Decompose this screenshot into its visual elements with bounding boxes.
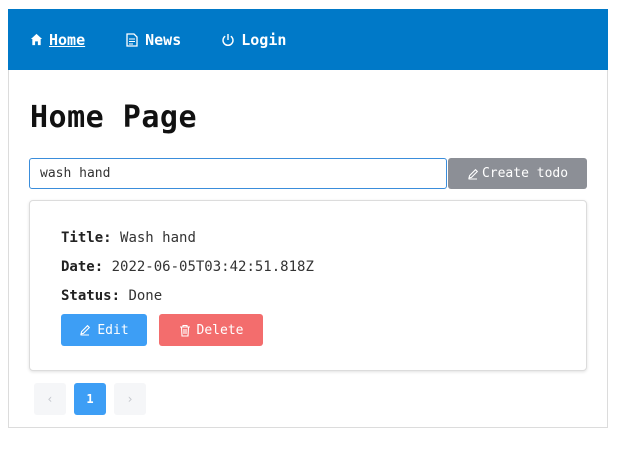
navbar: Home News Login	[8, 9, 608, 70]
page-1-button[interactable]: 1	[74, 383, 106, 415]
page-title: Home Page	[30, 100, 198, 135]
document-icon	[125, 32, 139, 47]
todo-title-row: Title: Wash hand	[61, 230, 196, 246]
todo-title-value: Wash hand	[120, 230, 196, 246]
nav-login-label: Login	[241, 30, 287, 49]
create-todo-label: Create todo	[481, 166, 569, 181]
next-page-button[interactable]: ›	[114, 383, 146, 415]
nav-home-label: Home	[49, 30, 86, 49]
trash-icon	[179, 324, 190, 337]
pencil-icon	[468, 168, 479, 180]
todo-date-label: Date:	[61, 259, 104, 275]
todo-input[interactable]	[29, 158, 447, 189]
delete-button[interactable]: Delete	[159, 314, 263, 346]
nav-news-label: News	[145, 30, 182, 49]
nav-login[interactable]: Login	[221, 31, 286, 49]
delete-label: Delete	[196, 322, 244, 338]
edit-label: Edit	[97, 322, 129, 338]
pagination: ‹ 1 ›	[34, 383, 154, 415]
pencil-icon	[80, 324, 91, 336]
nav-home[interactable]: Home	[29, 31, 85, 49]
todo-status-value: Done	[128, 288, 163, 304]
todo-title-label: Title:	[61, 230, 112, 246]
prev-page-button[interactable]: ‹	[34, 383, 66, 415]
todo-card: Title: Wash hand Date: 2022-06-05T03:42:…	[29, 200, 587, 371]
todo-status-row: Status: Done	[61, 288, 162, 304]
todo-status-label: Status:	[61, 288, 121, 304]
home-icon	[29, 33, 43, 47]
edit-button[interactable]: Edit	[61, 314, 147, 346]
power-icon	[221, 33, 235, 47]
create-todo-button[interactable]: Create todo	[448, 158, 587, 189]
nav-news[interactable]: News	[125, 31, 181, 49]
todo-date-value: 2022-06-05T03:42:51.818Z	[111, 259, 314, 275]
todo-date-row: Date: 2022-06-05T03:42:51.818Z	[61, 259, 314, 275]
